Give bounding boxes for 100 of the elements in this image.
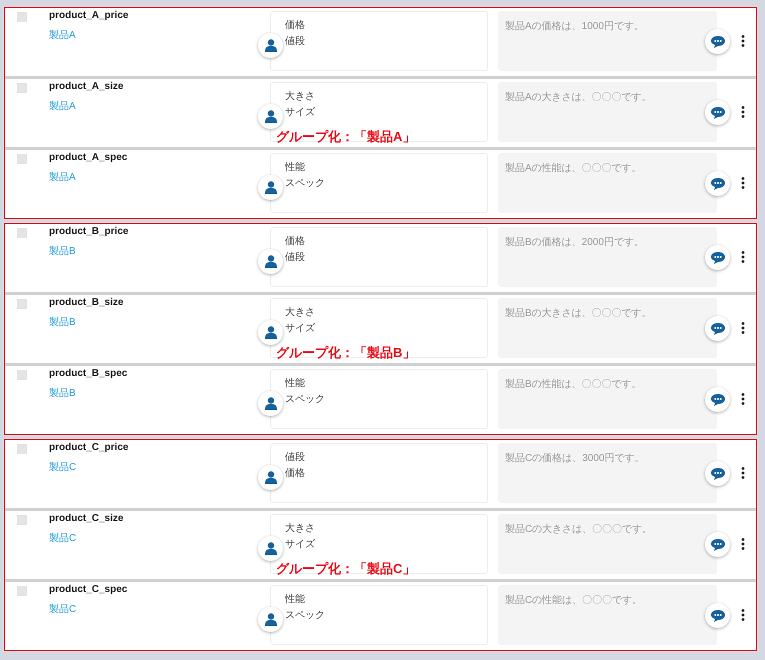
- checkbox[interactable]: [17, 154, 27, 164]
- speech-bubble-icon: [710, 538, 724, 550]
- entry-name: product_C_price: [49, 442, 130, 453]
- keyword-text: 性能: [285, 160, 306, 174]
- user-button[interactable]: [258, 391, 283, 416]
- user-button[interactable]: [258, 33, 283, 58]
- chat-button[interactable]: [705, 603, 730, 628]
- entry-tag: 製品B: [49, 315, 270, 329]
- checkbox[interactable]: [17, 12, 27, 22]
- more-button[interactable]: [740, 251, 746, 265]
- keyword-text: 値段: [285, 451, 306, 464]
- checkbox[interactable]: [17, 299, 27, 309]
- keyword-text: サイズ: [285, 538, 316, 551]
- more-button[interactable]: [740, 177, 746, 191]
- keyword-text: 価格: [285, 18, 306, 32]
- person-icon: [264, 326, 276, 339]
- entry-tag: 製品A: [49, 99, 270, 113]
- chat-button[interactable]: [705, 245, 730, 270]
- more-button[interactable]: [740, 106, 746, 120]
- person-icon: [264, 542, 276, 555]
- more-icon: [741, 251, 745, 263]
- more-button[interactable]: [740, 538, 746, 552]
- keyword-text: 大きさ: [285, 522, 316, 535]
- keyword-text: 価格: [285, 466, 306, 480]
- answer-text: 製品Aの性能は、〇〇〇です。: [505, 163, 642, 174]
- keyword-text: 値段: [285, 251, 306, 264]
- chat-button[interactable]: [705, 461, 730, 486]
- user-button[interactable]: [258, 175, 283, 200]
- more-icon: [741, 393, 745, 405]
- answer-text: 製品Bの価格は、2000円です。: [505, 237, 644, 248]
- keyword-text: スペック: [285, 177, 326, 190]
- checkbox[interactable]: [17, 83, 27, 93]
- person-icon: [264, 255, 276, 268]
- speech-bubble-icon: [710, 252, 724, 264]
- speech-bubble-icon: [710, 394, 724, 406]
- person-icon: [264, 181, 276, 194]
- more-icon: [741, 35, 745, 47]
- more-button[interactable]: [740, 393, 746, 407]
- user-button[interactable]: [258, 320, 283, 345]
- checkbox[interactable]: [17, 228, 27, 238]
- group-label: グループ化：「製品A」: [276, 128, 416, 146]
- answer-text: 製品Bの性能は、〇〇〇です。: [505, 379, 642, 390]
- user-button[interactable]: [258, 104, 283, 129]
- chat-button[interactable]: [705, 29, 730, 54]
- answer-text: 製品Cの大きさは、〇〇〇です。: [505, 524, 652, 535]
- person-icon: [264, 39, 276, 52]
- more-button[interactable]: [740, 609, 746, 623]
- person-icon: [264, 397, 276, 410]
- checkbox[interactable]: [17, 515, 27, 525]
- more-button[interactable]: [740, 467, 746, 481]
- keyword-text: 性能: [285, 376, 306, 390]
- more-icon: [741, 467, 745, 479]
- speech-bubble-icon: [710, 468, 724, 480]
- checkbox[interactable]: [17, 586, 27, 596]
- more-button[interactable]: [740, 322, 746, 336]
- entry-name: product_B_spec: [49, 368, 128, 379]
- entry-tag: 製品B: [49, 244, 270, 258]
- more-icon: [741, 106, 745, 118]
- speech-bubble-icon: [710, 178, 724, 190]
- entry-tag: 製品B: [49, 386, 270, 400]
- entry-name: product_C_size: [49, 513, 124, 524]
- speech-bubble-icon: [710, 610, 724, 622]
- keyword-text: 価格: [285, 234, 306, 248]
- speech-bubble-icon: [710, 322, 724, 334]
- user-button[interactable]: [258, 465, 283, 490]
- answer-text: 製品Cの価格は、3000円です。: [505, 453, 644, 464]
- chat-button[interactable]: [705, 100, 730, 125]
- entry-name: product_C_spec: [49, 584, 128, 595]
- keyword-text: 大きさ: [285, 90, 316, 103]
- user-button[interactable]: [258, 249, 283, 274]
- user-button[interactable]: [258, 536, 283, 561]
- group-label: グループ化：「製品B」: [276, 344, 416, 362]
- entry-tag: 製品C: [49, 531, 270, 545]
- entry-tag: 製品A: [49, 170, 270, 184]
- person-icon: [264, 613, 276, 626]
- more-icon: [741, 322, 745, 334]
- entry-tag: 製品C: [49, 460, 270, 474]
- answer-text: 製品Bの大きさは、〇〇〇です。: [505, 308, 652, 319]
- group-label: グループ化：「製品C」: [276, 560, 416, 578]
- entry-name: product_B_price: [49, 226, 130, 237]
- speech-bubble-icon: [710, 106, 724, 118]
- entry-name: product_A_price: [49, 10, 130, 21]
- entry-name: product_B_size: [49, 297, 124, 308]
- chat-button[interactable]: [705, 171, 730, 196]
- more-icon: [741, 609, 745, 621]
- checkbox[interactable]: [17, 444, 27, 454]
- checkbox[interactable]: [17, 370, 27, 380]
- keyword-text: 大きさ: [285, 306, 316, 319]
- more-button[interactable]: [740, 35, 746, 49]
- chat-button[interactable]: [705, 532, 730, 557]
- user-button[interactable]: [258, 607, 283, 632]
- entry-tag: 製品A: [49, 28, 270, 42]
- person-icon: [264, 471, 276, 484]
- chat-button[interactable]: [705, 316, 730, 341]
- keyword-text: サイズ: [285, 322, 316, 335]
- entry-tag: 製品C: [49, 602, 270, 616]
- entry-name: product_A_size: [49, 81, 124, 92]
- answer-text: 製品Cの性能は、〇〇〇です。: [505, 595, 642, 606]
- chat-button[interactable]: [705, 387, 730, 412]
- keyword-text: サイズ: [285, 106, 316, 119]
